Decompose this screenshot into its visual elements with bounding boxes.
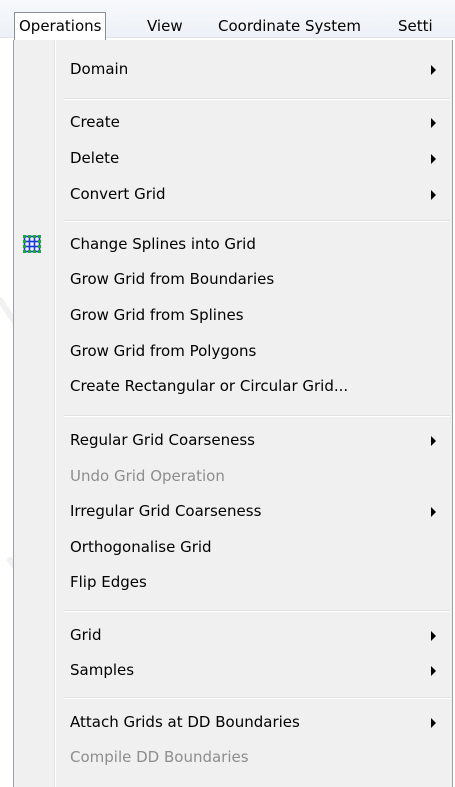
menu-item-convert-grid[interactable]: Convert Grid — [14, 177, 452, 211]
submenu-arrow-icon — [431, 666, 436, 676]
menu-bar: Operations View Coordinate System Setti — [0, 0, 455, 41]
submenu-arrow-icon — [431, 65, 436, 75]
menu-item-label: Domain — [70, 60, 129, 78]
menu-item-domain[interactable]: Domain — [14, 52, 452, 86]
menu-item-label: Samples — [70, 661, 135, 679]
menu-item-grid[interactable]: Grid — [14, 618, 452, 652]
menu-item-attach-grids-at-dd-boundaries[interactable]: Attach Grids at DD Boundaries — [14, 705, 452, 739]
operations-dropdown-menu: Domain Create Delete Convert Grid Change… — [13, 40, 453, 787]
menu-separator — [64, 98, 450, 100]
menubar-operations[interactable]: Operations — [14, 12, 107, 41]
menu-item-regular-grid-coarseness[interactable]: Regular Grid Coarseness — [14, 423, 452, 457]
menu-separator — [64, 610, 450, 612]
menu-item-undo-grid-operation[interactable]: Undo Grid Operation — [14, 459, 452, 493]
menubar-settings[interactable]: Setti — [398, 12, 433, 40]
menu-separator — [64, 220, 450, 222]
menu-item-label: Regular Grid Coarseness — [70, 431, 255, 449]
menu-item-label: Grow Grid from Boundaries — [70, 270, 275, 288]
menu-item-label: Create — [70, 113, 120, 131]
menu-item-label: Convert Grid — [70, 185, 166, 203]
app-window: Operations View Coordinate System Setti … — [0, 0, 455, 787]
menu-item-samples[interactable]: Samples — [14, 653, 452, 687]
grid-icon — [23, 235, 41, 253]
menu-separator — [64, 415, 450, 417]
menu-item-label: Grid — [70, 626, 102, 644]
menubar-view[interactable]: View — [147, 12, 183, 40]
menu-item-label: Create Rectangular or Circular Grid... — [70, 377, 349, 395]
menu-item-label: Grow Grid from Splines — [70, 306, 244, 324]
submenu-arrow-icon — [431, 118, 436, 128]
menu-item-grow-grid-from-polygons[interactable]: Grow Grid from Polygons — [14, 334, 452, 368]
submenu-arrow-icon — [431, 718, 436, 728]
menu-item-grow-grid-from-boundaries[interactable]: Grow Grid from Boundaries — [14, 262, 452, 296]
menu-item-create-rectangular-or-circular-grid[interactable]: Create Rectangular or Circular Grid... — [14, 369, 452, 403]
submenu-arrow-icon — [431, 154, 436, 164]
menu-item-label: Change Splines into Grid — [70, 235, 256, 253]
menu-item-flip-edges[interactable]: Flip Edges — [14, 565, 452, 599]
menu-item-change-splines-into-grid[interactable]: Change Splines into Grid — [14, 227, 452, 261]
menu-item-create[interactable]: Create — [14, 105, 452, 139]
menu-item-label: Grow Grid from Polygons — [70, 342, 257, 360]
submenu-arrow-icon — [431, 436, 436, 446]
menubar-coordinate-system[interactable]: Coordinate System — [218, 12, 361, 40]
menu-item-label: Undo Grid Operation — [70, 467, 225, 485]
menu-item-label: Flip Edges — [70, 573, 147, 591]
menu-item-label: Attach Grids at DD Boundaries — [70, 713, 300, 731]
menu-item-orthogonalise-grid[interactable]: Orthogonalise Grid — [14, 530, 452, 564]
menu-separator — [64, 697, 450, 699]
menu-item-compile-dd-boundaries[interactable]: Compile DD Boundaries — [14, 740, 452, 774]
submenu-arrow-icon — [431, 631, 436, 641]
menu-item-irregular-grid-coarseness[interactable]: Irregular Grid Coarseness — [14, 494, 452, 528]
menu-item-grow-grid-from-splines[interactable]: Grow Grid from Splines — [14, 298, 452, 332]
submenu-arrow-icon — [431, 190, 436, 200]
menu-item-delete[interactable]: Delete — [14, 141, 452, 175]
menu-item-label: Irregular Grid Coarseness — [70, 502, 262, 520]
menu-item-label: Orthogonalise Grid — [70, 538, 212, 556]
submenu-arrow-icon — [431, 507, 436, 517]
menu-item-label: Compile DD Boundaries — [70, 748, 249, 766]
menu-item-label: Delete — [70, 149, 120, 167]
